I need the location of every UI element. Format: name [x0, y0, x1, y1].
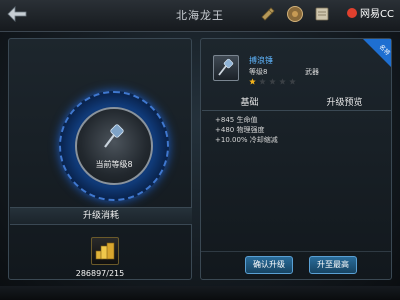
book-button[interactable]	[312, 4, 332, 24]
item-stars	[249, 78, 296, 85]
level-panel: 当前等级8 升级消耗 286897/215	[8, 38, 192, 280]
round-shield-icon	[287, 6, 303, 22]
book-icon	[315, 7, 329, 21]
stat-line: +845 生命值	[215, 116, 258, 124]
level-ring-core: 当前等级8	[75, 107, 153, 185]
brand-text: 网易CC	[360, 9, 394, 20]
shield-badge-button[interactable]	[285, 4, 305, 24]
page-title: 北海龙王	[176, 9, 224, 22]
star-empty-icon	[279, 78, 286, 85]
item-name: 搏浪锤	[249, 56, 273, 65]
star-filled-icon	[249, 78, 256, 85]
brand-watermark: 网易CC	[347, 5, 394, 20]
brand-logo-icon	[347, 7, 358, 18]
action-bar: 确认升级 升至最高	[201, 251, 391, 274]
item-type: 武器	[305, 68, 319, 76]
level-ring: 当前等级8	[59, 91, 169, 201]
tab-basic[interactable]: 基础	[202, 97, 297, 110]
star-empty-icon	[289, 78, 296, 85]
game-screen: 北海龙王 网易CC 当前等级8 升级消耗 286897/215 名将 搏浪锤 等…	[0, 0, 400, 300]
stat-line: +10.00% 冷却缩减	[215, 136, 278, 144]
top-bar: 北海龙王 网易CC	[0, 0, 400, 32]
hammer-weapon-icon	[97, 123, 131, 153]
scroll-quest-button[interactable]	[258, 4, 278, 24]
upgrade-max-button[interactable]: 升至最高	[309, 256, 357, 274]
current-level-label: 当前等级8	[95, 160, 133, 169]
star-empty-icon	[259, 78, 266, 85]
scroll-icon	[261, 7, 275, 21]
upgrade-cost-value: 286897/215	[75, 269, 125, 278]
bottom-strip	[0, 286, 400, 300]
gold-resource-icon	[91, 237, 119, 265]
stat-line: +480 物理强度	[215, 126, 265, 134]
hammer-weapon-icon	[218, 58, 234, 76]
upgrade-cost-header: 升级消耗	[10, 207, 192, 225]
item-slot[interactable]	[213, 55, 239, 81]
detail-tabs: 基础 升级预览	[202, 97, 392, 111]
tab-upgrade-preview[interactable]: 升级预览	[297, 97, 392, 110]
general-badge: 名将	[363, 39, 391, 67]
item-detail-panel: 名将 搏浪锤 等级8 武器 基础 升级预览 +845 生命值 +480 物理强度…	[200, 38, 392, 280]
item-level: 等级8	[249, 68, 268, 76]
confirm-upgrade-button[interactable]: 确认升级	[245, 256, 293, 274]
star-empty-icon	[269, 78, 276, 85]
